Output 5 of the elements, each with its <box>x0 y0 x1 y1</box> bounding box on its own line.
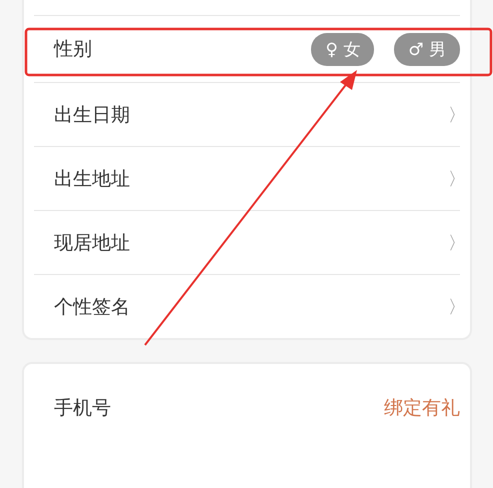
gender-label: 性别 <box>54 37 92 62</box>
phone-label: 手机号 <box>54 396 111 421</box>
profile-row[interactable]: 个性签名 〉 <box>34 275 460 338</box>
profile-row[interactable]: 现居地址 〉 <box>34 211 460 275</box>
profile-row[interactable]: 出生地址 〉 <box>34 147 460 211</box>
